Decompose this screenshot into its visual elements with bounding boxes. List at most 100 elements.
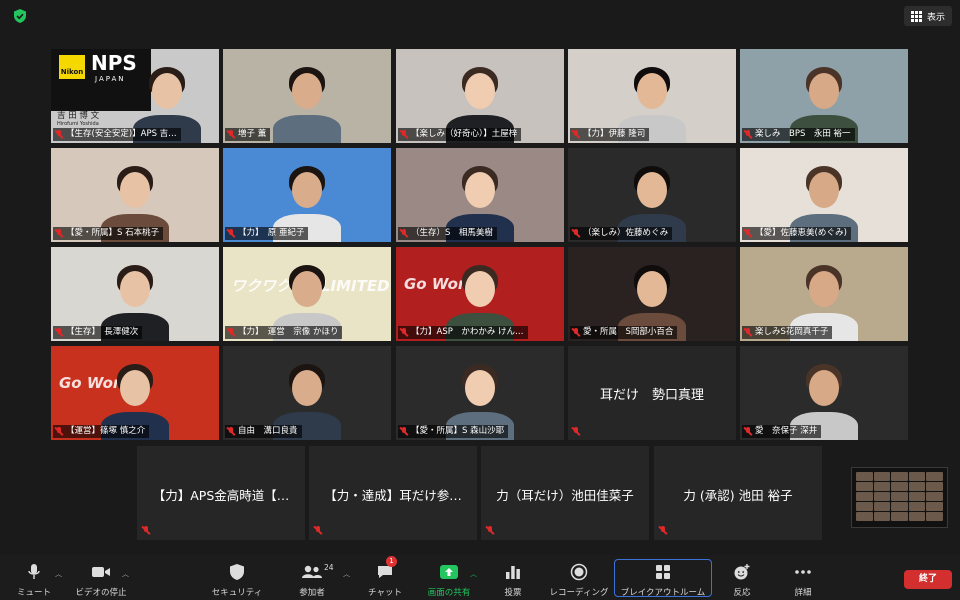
microphone-icon	[28, 564, 40, 579]
mic-muted-icon	[572, 427, 580, 436]
shield-icon	[230, 564, 244, 580]
mic-muted-icon	[314, 526, 322, 535]
participant-name: 楽しみS花岡真千子	[755, 327, 829, 337]
mic-muted-icon	[400, 130, 408, 139]
mic-muted-icon	[400, 229, 408, 238]
mute-label: ミュート	[16, 588, 51, 598]
participant-video-tile[interactable]: Go World 【運営】篠塚 慎之介	[51, 346, 219, 440]
reactions-label: 反応	[733, 588, 751, 598]
share-screen-icon	[440, 565, 458, 579]
participant-name-label: 【楽しみ（好奇心）】土屋梓	[398, 128, 522, 141]
mic-muted-icon	[55, 427, 63, 436]
participant-name: 【運営】篠塚 慎之介	[66, 426, 146, 436]
participant-tile-name-only[interactable]: 【力・達成】耳だけ参…	[309, 446, 477, 540]
mic-muted-icon	[55, 328, 63, 337]
participants-count: 24	[324, 563, 334, 572]
participant-name-label: 【生存】 長澤健次	[53, 326, 143, 339]
participant-video-tile[interactable]: 【愛】佐藤恵美(めぐみ)	[740, 148, 908, 242]
participant-video-tile[interactable]: ワクワク UNLIMITED 【力】 運営 宗像 かほり	[223, 247, 391, 341]
logo-subtext: JAPAN	[95, 75, 126, 83]
smiley-add-icon	[734, 564, 750, 580]
participant-name-label: 【愛】佐藤恵美(めぐみ)	[742, 227, 851, 240]
participant-name: 【楽しみ（好奇心）】土屋梓	[411, 129, 518, 139]
mic-muted-icon	[572, 328, 580, 337]
participant-tile-name-only[interactable]: 力 (承認) 池田 裕子	[654, 446, 822, 540]
more-dots-icon	[795, 570, 811, 574]
participant-video-tile[interactable]: 【生存】 長澤健次	[51, 247, 219, 341]
participant-name-label: 増子 薫	[225, 128, 271, 141]
participant-video-tile[interactable]: 耳だけ 勢口真理	[568, 346, 736, 440]
mute-button[interactable]: ミュート	[0, 561, 72, 598]
polls-button[interactable]: 投票	[475, 561, 551, 598]
participant-video-tile[interactable]: 【力】伊藤 隆司	[568, 49, 736, 143]
participant-video-tile[interactable]: 【愛・所属】S 石本桃子	[51, 148, 219, 242]
participant-video-tile[interactable]: 増子 薫	[223, 49, 391, 143]
breakout-rooms-label: ブレイクアウトルーム	[620, 588, 706, 598]
stop-video-label: ビデオの停止	[75, 588, 127, 598]
participant-name: 【愛・所属】S 森山沙耶	[411, 426, 505, 436]
breakout-rooms-button[interactable]: ブレイクアウトルーム	[621, 561, 705, 598]
participant-name: 楽しみ BPS 永田 裕一	[755, 129, 851, 139]
participant-video-tile[interactable]: 楽しみS花岡真千子	[740, 247, 908, 341]
participant-video-tile[interactable]: 楽しみ BPS 永田 裕一	[740, 49, 908, 143]
end-meeting-button[interactable]: 終了	[904, 570, 952, 589]
participant-video-tile[interactable]: （楽しみ）佐藤めぐみ	[568, 148, 736, 242]
participant-name: 愛 奈保子 深井	[755, 426, 818, 436]
mic-muted-icon	[227, 229, 235, 238]
security-shield-icon[interactable]	[12, 8, 28, 24]
participant-video-tile[interactable]: Go World 【力】ASP かわかみ けん…	[396, 247, 564, 341]
mute-options-caret[interactable]: ︿	[55, 569, 62, 579]
participant-name-label: 【生存(安全安定)】APS 吉…	[53, 128, 181, 141]
participant-video-tile[interactable]: 【力】 原 亜紀子	[223, 148, 391, 242]
mic-muted-icon	[659, 526, 667, 535]
grid-view-icon	[910, 10, 922, 22]
participant-video-tile[interactable]: 【楽しみ（好奇心）】土屋梓	[396, 49, 564, 143]
mic-muted-icon	[744, 427, 752, 436]
mic-muted-icon	[227, 130, 235, 139]
record-label: レコーディング	[549, 588, 609, 598]
more-button[interactable]: 詳細	[765, 561, 841, 598]
mic-muted-icon	[55, 229, 63, 238]
participants-button[interactable]: 24 参加者	[274, 561, 350, 598]
participant-name-label: （生存）S 相馬美樹	[398, 227, 497, 240]
participant-video-tile[interactable]: （生存）S 相馬美樹	[396, 148, 564, 242]
logo-text: NPS	[91, 51, 137, 75]
participant-name-label: 愛 奈保子 深井	[742, 425, 822, 438]
participant-video-tile[interactable]: 【愛・所属】S 森山沙耶	[396, 346, 564, 440]
participant-name: 【力】APS金高時道【…	[152, 488, 290, 503]
mic-muted-icon	[572, 229, 580, 238]
participant-name: 力 (承認) 池田 裕子	[683, 488, 793, 503]
participant-name-label: 【力】 原 亜紀子	[225, 227, 309, 240]
participant-video-tile[interactable]: 愛 奈保子 深井	[740, 346, 908, 440]
security-button[interactable]: セキュリティ	[199, 561, 275, 598]
participant-name: 【力】伊藤 隆司	[583, 129, 646, 139]
participant-video-tile[interactable]: Nikon NPS JAPAN 吉 田 博 文 Hirofumi Yoshida 【生存(…	[51, 49, 219, 143]
participant-video-tile[interactable]: 愛・所属 S岡部小百合	[568, 247, 736, 341]
mic-muted-icon	[744, 328, 752, 337]
view-button[interactable]: 表示	[903, 6, 952, 26]
stop-video-button[interactable]: ビデオの停止	[63, 561, 139, 598]
participant-name: 自由 溝口良貴	[238, 426, 298, 436]
participant-tile-name-only[interactable]: 力（耳だけ）池田佳菜子	[481, 446, 649, 540]
participant-name-label: 愛・所属 S岡部小百合	[570, 326, 678, 339]
participant-name-label: 楽しみS花岡真千子	[742, 326, 833, 339]
record-button[interactable]: レコーディング	[541, 561, 617, 598]
gallery-thumbnail-preview[interactable]	[851, 467, 948, 528]
view-label: 表示	[926, 12, 945, 23]
participant-name-label: 自由 溝口良貴	[225, 425, 302, 438]
more-label: 詳細	[794, 588, 812, 598]
mic-muted-icon	[744, 130, 752, 139]
video-options-caret[interactable]: ︿	[122, 569, 129, 579]
mic-muted-icon	[227, 427, 235, 436]
share-screen-label: 画面の共有	[427, 588, 471, 598]
mic-muted-icon	[572, 130, 580, 139]
participant-name: 【生存】 長澤健次	[66, 327, 139, 337]
participant-tile-name-only[interactable]: 【力】APS金高時道【…	[137, 446, 305, 540]
participant-name-label: 【運営】篠塚 慎之介	[53, 425, 150, 438]
participants-label: 参加者	[299, 588, 325, 598]
participant-video-tile[interactable]: 自由 溝口良貴	[223, 346, 391, 440]
participant-name-label: （楽しみ）佐藤めぐみ	[570, 227, 673, 240]
bar-chart-icon	[506, 566, 520, 579]
participant-name: 【力】ASP かわかみ けん…	[411, 327, 524, 337]
company-logo-backdrop: Nikon NPS JAPAN	[51, 49, 151, 111]
